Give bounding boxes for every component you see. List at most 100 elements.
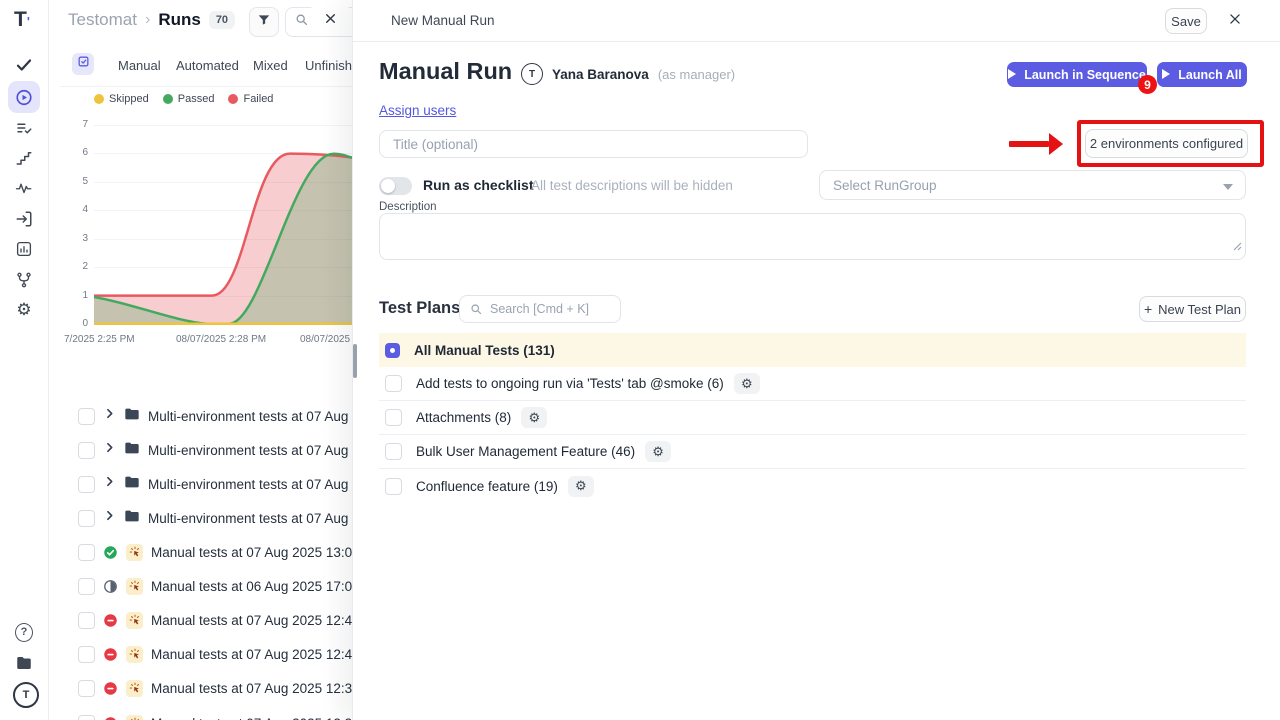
help-icon[interactable]: ? — [15, 623, 33, 641]
y-tick: 7 — [62, 119, 88, 130]
description-textarea[interactable] — [379, 213, 1246, 260]
run-lists-icon[interactable] — [15, 119, 33, 137]
resize-handle-icon[interactable] — [1233, 238, 1242, 256]
row-checkbox[interactable] — [78, 442, 95, 459]
plan-checkbox[interactable] — [385, 375, 402, 392]
run-as-checklist-toggle[interactable] — [379, 177, 412, 195]
run-row-folder[interactable]: Multi-environment tests at 07 Aug 202 — [48, 501, 352, 535]
search-clear-button[interactable] — [308, 6, 352, 36]
manual-run-icon — [126, 612, 143, 629]
chevron-right-icon[interactable] — [103, 441, 116, 459]
checklist-label: Run as checklist — [423, 177, 534, 193]
launch-all-button[interactable]: Launch All — [1157, 62, 1247, 87]
row-checkbox[interactable] — [78, 578, 95, 595]
run-row-manual-partial[interactable]: Manual tests at 07 Aug 2025 12:3 — [48, 706, 352, 720]
breadcrumb-project[interactable]: Testomat — [68, 10, 137, 30]
user-avatar[interactable]: T — [13, 682, 39, 708]
plan-checkbox[interactable] — [385, 478, 402, 495]
plan-settings-gear-icon[interactable]: ⚙ — [568, 476, 594, 497]
row-checkbox[interactable] — [78, 646, 95, 663]
tab-manual[interactable]: Manual — [118, 58, 161, 73]
left-rail: T' ⚙ ? T — [0, 0, 49, 720]
app-logo[interactable]: T' — [14, 8, 30, 32]
manual-run-icon — [126, 715, 143, 720]
environments-configured-button[interactable]: 2 environments configured — [1085, 129, 1248, 158]
test-plan-list: All Manual Tests (131) Add tests to ongo… — [379, 333, 1246, 503]
run-row-folder[interactable]: Multi-environment tests at 07 Aug 202 — [48, 467, 352, 501]
chevron-right-icon[interactable] — [103, 475, 116, 493]
run-row-manual[interactable]: Manual tests at 07 Aug 2025 12:42 from — [48, 637, 352, 671]
selected-checkbox[interactable] — [385, 343, 400, 358]
run-row-manual[interactable]: Manual tests at 07 Aug 2025 12:35 from — [48, 671, 352, 705]
folder-icon — [124, 474, 140, 495]
tests-icon[interactable] — [15, 56, 33, 74]
chevron-right-icon[interactable] — [103, 407, 116, 425]
description-label: Description — [379, 201, 437, 213]
close-drawer-button[interactable] — [1225, 11, 1245, 31]
drawer-title: New Manual Run — [391, 13, 495, 28]
plan-checkbox[interactable] — [385, 409, 402, 426]
new-test-plan-button[interactable]: + New Test Plan — [1139, 296, 1246, 322]
legend-failed[interactable]: Failed — [228, 93, 273, 105]
test-plan-row[interactable]: Add tests to ongoing run via 'Tests' tab… — [379, 367, 1246, 401]
page-title: Manual Run — [379, 58, 512, 85]
run-row-manual[interactable]: Manual tests at 06 Aug 2025 17:06 13 — [48, 569, 352, 603]
drawer-scrollbar-thumb[interactable] — [353, 344, 357, 378]
filter-button[interactable] — [249, 7, 279, 37]
status-failed-icon — [103, 681, 118, 696]
x-tick: 7/2025 2:25 PM — [64, 334, 135, 345]
tab-unfinished[interactable]: Unfinished — [305, 58, 352, 73]
row-checkbox[interactable] — [78, 408, 95, 425]
row-checkbox[interactable] — [78, 715, 95, 720]
tab-all-runs[interactable] — [72, 53, 94, 75]
tab-mixed[interactable]: Mixed — [253, 58, 288, 73]
row-checkbox[interactable] — [78, 612, 95, 629]
rungroup-select[interactable]: Select RunGroup — [819, 170, 1246, 200]
assign-users-link[interactable]: Assign users — [379, 103, 456, 118]
chevron-right-icon[interactable] — [103, 509, 116, 527]
docs-icon[interactable] — [15, 654, 33, 672]
plan-settings-gear-icon[interactable]: ⚙ — [645, 441, 671, 462]
row-checkbox[interactable] — [78, 476, 95, 493]
passed-dot-icon — [163, 94, 173, 104]
tab-automated[interactable]: Automated — [176, 58, 239, 73]
branches-icon[interactable] — [15, 271, 33, 289]
folder-icon — [124, 406, 140, 427]
runs-icon[interactable] — [15, 88, 33, 106]
legend-passed[interactable]: Passed — [163, 93, 215, 105]
launch-in-sequence-button[interactable]: Launch in Sequence — [1007, 62, 1147, 87]
status-passed-icon — [103, 545, 118, 560]
steps-icon[interactable] — [15, 149, 33, 167]
test-plan-row-selected[interactable]: All Manual Tests (131) — [379, 333, 1246, 367]
import-icon[interactable] — [15, 210, 33, 228]
run-row-folder[interactable]: Multi-environment tests at 07 Aug 202 — [48, 433, 352, 467]
checklist-hint: All test descriptions will be hidden — [531, 178, 733, 193]
settings-gear-icon[interactable]: ⚙ — [15, 301, 33, 319]
save-button[interactable]: Save — [1165, 8, 1207, 34]
row-checkbox[interactable] — [78, 680, 95, 697]
test-plan-row[interactable]: Attachments (8) ⚙ — [379, 401, 1246, 435]
y-tick: 6 — [62, 147, 88, 158]
folder-icon — [124, 508, 140, 529]
runs-count-badge: 70 — [209, 11, 235, 29]
pulse-icon[interactable] — [15, 179, 33, 197]
owner-avatar: T — [521, 63, 543, 85]
run-row-manual[interactable]: Manual tests at 07 Aug 2025 13:02 from — [48, 535, 352, 569]
test-plan-row[interactable]: Bulk User Management Feature (46) ⚙ — [379, 435, 1246, 469]
test-plans-search-input[interactable]: Search [Cmd + K] — [459, 295, 621, 323]
run-title-input[interactable]: Title (optional) — [379, 130, 808, 158]
row-checkbox[interactable] — [78, 544, 95, 561]
test-plan-row[interactable]: Confluence feature (19) ⚙ — [379, 469, 1246, 503]
plan-checkbox[interactable] — [385, 443, 402, 460]
run-row-folder[interactable]: Multi-environment tests at 07 Aug 202 — [48, 399, 352, 433]
reports-icon[interactable] — [15, 240, 33, 258]
chart-legend: Skipped Passed Failed — [94, 93, 273, 105]
failed-dot-icon — [228, 94, 238, 104]
runs-area-chart — [94, 125, 352, 326]
row-checkbox[interactable] — [78, 510, 95, 527]
plan-settings-gear-icon[interactable]: ⚙ — [734, 373, 760, 394]
legend-skipped[interactable]: Skipped — [94, 93, 149, 105]
run-row-manual[interactable]: Manual tests at 07 Aug 2025 12:43 from — [48, 603, 352, 637]
new-manual-run-drawer: New Manual Run Save Manual Run T Yana Ba… — [352, 0, 1280, 720]
plan-settings-gear-icon[interactable]: ⚙ — [521, 407, 547, 428]
